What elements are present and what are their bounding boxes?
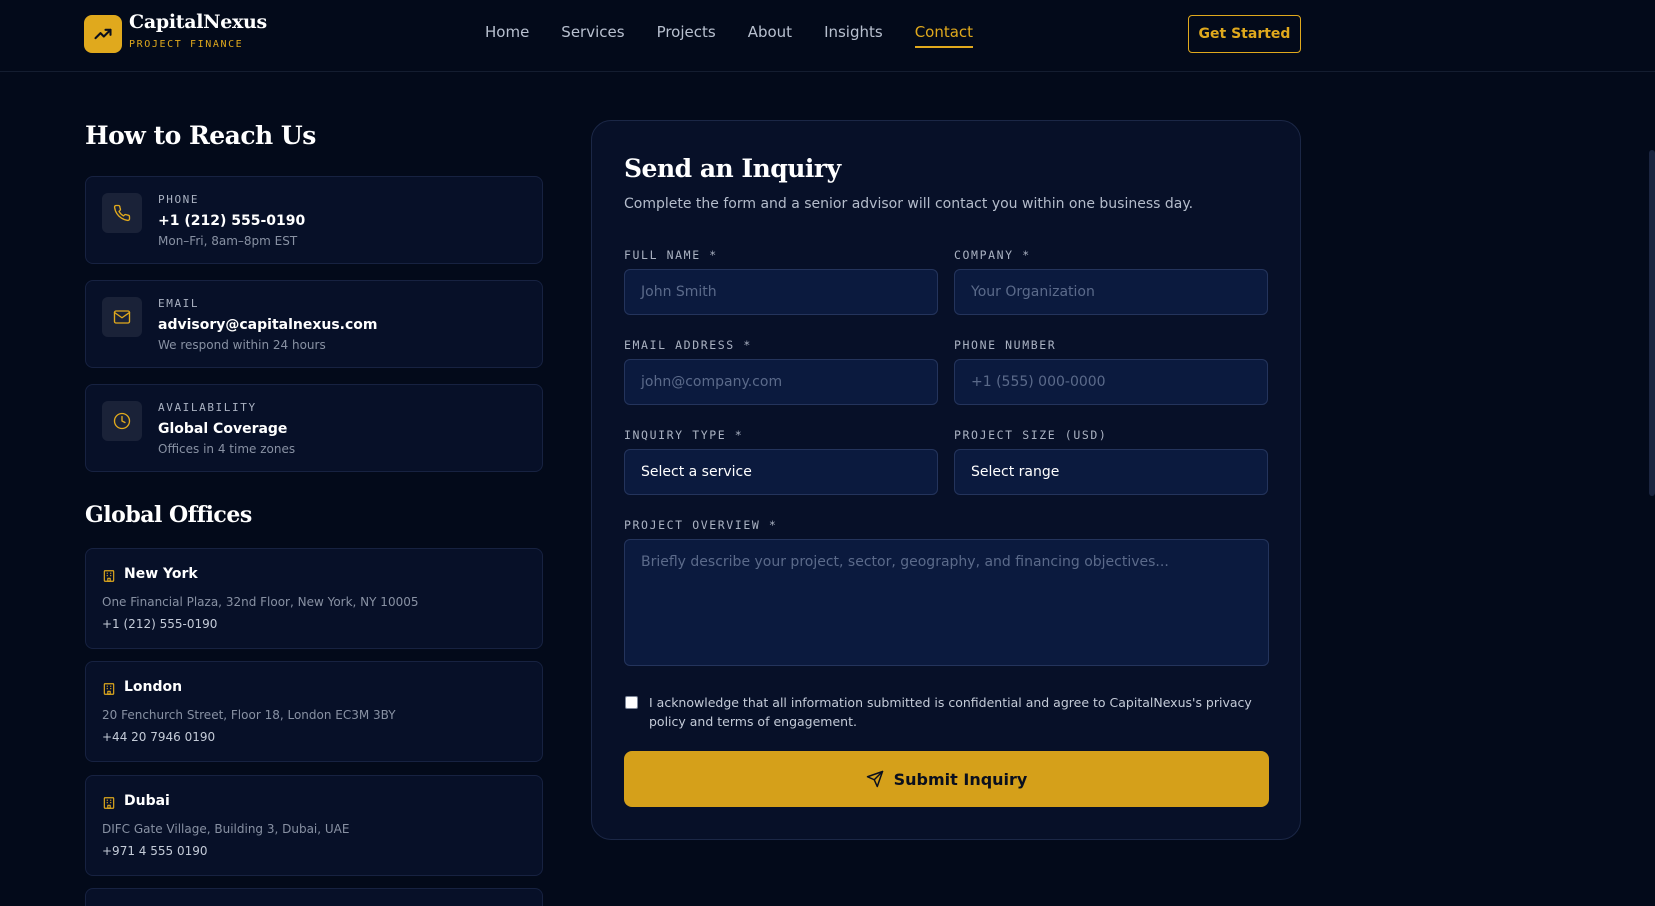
phone-number-label: PHONE NUMBER <box>954 338 1057 352</box>
office-phone[interactable]: +44 20 7946 0190 <box>102 730 215 744</box>
send-icon <box>866 770 883 788</box>
inquiry-form-panel: Send an Inquiry Complete the form and a … <box>591 120 1301 840</box>
scrollbar-thumb[interactable] <box>1649 150 1655 496</box>
email-note: We respond within 24 hours <box>158 338 326 352</box>
logo-mark[interactable] <box>84 15 122 53</box>
site-header: CapitalNexus PROJECT FINANCE Home Servic… <box>0 0 1655 72</box>
email-address-label: EMAIL ADDRESS * <box>624 338 752 352</box>
consent-checkbox[interactable] <box>625 696 638 709</box>
nav-projects[interactable]: Projects <box>657 23 716 48</box>
full-name-label: FULL NAME * <box>624 248 718 262</box>
office-name: New York <box>124 566 198 582</box>
office-card-dubai: Dubai DIFC Gate Village, Building 3, Dub… <box>85 775 543 876</box>
phone-icon <box>113 204 131 222</box>
inquiry-type-label: INQUIRY TYPE * <box>624 428 744 442</box>
email-label: EMAIL <box>158 297 200 310</box>
contact-card-email: EMAIL advisory@capitalnexus.com We respo… <box>85 280 543 368</box>
office-card-new-york: New York One Financial Plaza, 32nd Floor… <box>85 548 543 649</box>
building-icon <box>103 797 115 809</box>
form-title: Send an Inquiry <box>624 154 841 183</box>
office-card-london: London 20 Fenchurch Street, Floor 18, Lo… <box>85 661 543 762</box>
office-name: London <box>124 679 183 695</box>
company-input[interactable]: Your Organization <box>954 269 1268 315</box>
office-phone[interactable]: +971 4 555 0190 <box>102 844 207 858</box>
brand-tagline: PROJECT FINANCE <box>129 39 244 50</box>
availability-note: Offices in 4 time zones <box>158 442 296 456</box>
nav-about[interactable]: About <box>748 23 792 48</box>
get-started-button[interactable]: Get Started <box>1188 15 1301 53</box>
inquiry-type-select[interactable]: Select a service <box>624 449 938 495</box>
project-size-label: PROJECT SIZE (USD) <box>954 428 1108 442</box>
reach-heading: How to Reach Us <box>85 121 316 150</box>
office-address: DIFC Gate Village, Building 3, Dubai, UA… <box>102 822 350 836</box>
mail-icon <box>113 310 131 324</box>
office-card-partial <box>85 888 543 906</box>
clock-icon-box <box>102 401 142 441</box>
main-nav: Home Services Projects About Insights Co… <box>485 23 1005 48</box>
phone-note: Mon–Fri, 8am–8pm EST <box>158 234 298 248</box>
contact-card-phone: PHONE +1 (212) 555-0190 Mon–Fri, 8am–8pm… <box>85 176 543 264</box>
clock-icon <box>113 412 131 430</box>
project-overview-label: PROJECT OVERVIEW * <box>624 518 778 532</box>
phone-input[interactable]: +1 (555) 000-0000 <box>954 359 1268 405</box>
availability-label: AVAILABILITY <box>158 401 257 414</box>
building-icon <box>103 683 115 695</box>
email-input[interactable]: john@company.com <box>624 359 938 405</box>
brand-name[interactable]: CapitalNexus <box>129 11 267 33</box>
phone-label: PHONE <box>158 193 200 206</box>
office-name: Dubai <box>124 793 170 809</box>
full-name-input[interactable]: John Smith <box>624 269 938 315</box>
form-subtitle: Complete the form and a senior advisor w… <box>624 196 1194 212</box>
office-address: 20 Fenchurch Street, Floor 18, London EC… <box>102 708 396 722</box>
phone-icon-box <box>102 193 142 233</box>
contact-card-availability: AVAILABILITY Global Coverage Offices in … <box>85 384 543 472</box>
project-overview-textarea[interactable]: Briefly describe your project, sector, g… <box>624 539 1269 666</box>
email-value[interactable]: advisory@capitalnexus.com <box>158 317 378 333</box>
availability-value: Global Coverage <box>158 421 288 437</box>
consent-text: I acknowledge that all information submi… <box>649 695 1252 729</box>
project-size-select[interactable]: Select range <box>954 449 1268 495</box>
submit-label: Submit Inquiry <box>893 769 1028 789</box>
nav-home[interactable]: Home <box>485 23 529 48</box>
offices-heading: Global Offices <box>85 502 252 528</box>
nav-contact[interactable]: Contact <box>914 23 974 48</box>
phone-value[interactable]: +1 (212) 555-0190 <box>158 213 305 229</box>
office-phone[interactable]: +1 (212) 555-0190 <box>102 617 217 631</box>
office-address: One Financial Plaza, 32nd Floor, New Yor… <box>102 595 419 609</box>
mail-icon-box <box>102 297 142 337</box>
nav-insights[interactable]: Insights <box>824 23 883 48</box>
building-icon <box>103 570 115 582</box>
trending-up-icon <box>94 28 112 40</box>
nav-services[interactable]: Services <box>561 23 624 48</box>
company-label: COMPANY * <box>954 248 1031 262</box>
submit-inquiry-button[interactable]: Submit Inquiry <box>624 751 1269 807</box>
